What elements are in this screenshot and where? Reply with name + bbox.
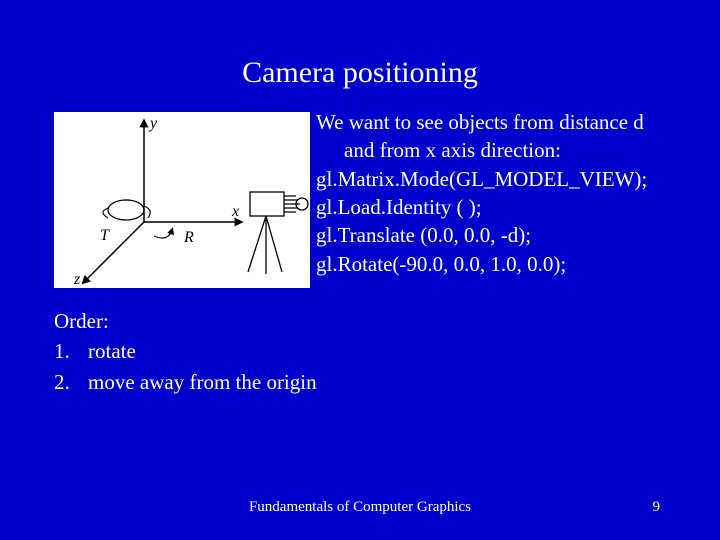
rotation-R-label: R	[183, 229, 194, 246]
slide: Camera positioning	[0, 0, 720, 540]
code-line-1: gl.Matrix.Mode(GL_MODEL_VIEW);	[316, 165, 647, 193]
order-heading: Order:	[54, 306, 720, 336]
code-line-4: gl.Rotate(-90.0, 0.0, 1.0, 0.0);	[316, 250, 647, 278]
slide-title: Camera positioning	[0, 0, 720, 90]
order-item-2-text: move away from the origin	[88, 370, 317, 394]
code-line-2: gl.Load.Identity ( );	[316, 193, 647, 221]
z-axis-label: z	[73, 271, 81, 288]
order-item-2-num: 2.	[54, 367, 88, 397]
x-axis-label: x	[231, 203, 239, 220]
order-item-2: 2.move away from the origin	[54, 367, 720, 397]
description-text: We want to see objects from distance d a…	[316, 108, 647, 278]
y-axis-label: y	[148, 115, 158, 132]
order-item-1: 1.rotate	[54, 336, 720, 366]
page-number: 9	[653, 499, 661, 516]
code-line-3: gl.Translate (0.0, 0.0, -d);	[316, 221, 647, 249]
order-block: Order: 1.rotate 2.move away from the ori…	[0, 306, 720, 397]
object-T-label: T	[100, 227, 110, 244]
axes-diagram: y x z T R	[54, 112, 310, 288]
order-item-1-num: 1.	[54, 336, 88, 366]
intro-line-2: and from x axis direction:	[316, 136, 647, 164]
order-item-1-text: rotate	[88, 339, 136, 363]
footer-text: Fundamentals of Computer Graphics	[0, 499, 720, 516]
content-row: y x z T R We want to see objects from di…	[0, 112, 720, 288]
intro-line-1: We want to see objects from distance d	[316, 108, 647, 136]
